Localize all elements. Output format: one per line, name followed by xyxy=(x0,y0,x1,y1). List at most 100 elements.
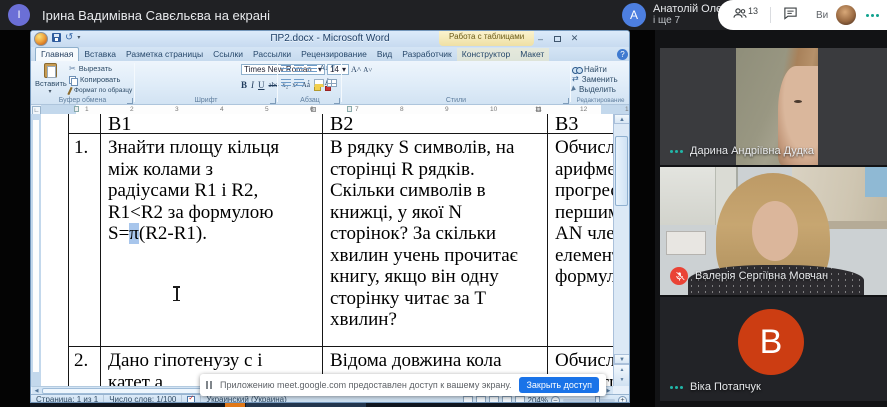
minimize-button[interactable]: – xyxy=(532,32,549,45)
scroll-down-arrow[interactable]: ▼ xyxy=(614,354,630,364)
dialog-launcher[interactable] xyxy=(563,98,569,104)
cursor-arrow-icon xyxy=(571,85,577,92)
bullets-button[interactable] xyxy=(281,65,291,73)
table-cell: В1 xyxy=(101,114,323,133)
styles-group: AaBbCc1 Без интер..AaBbCcIЗаголовок 7AaB… xyxy=(342,61,570,105)
word-count[interactable]: Число слов: 1/100 xyxy=(104,395,182,403)
show-marks-button[interactable]: ¶ xyxy=(331,65,335,73)
meet-controls: 13 Ви xyxy=(718,0,887,30)
outline-view-button[interactable] xyxy=(502,396,512,403)
stop-sharing-button[interactable]: Закрыть доступ xyxy=(519,377,599,393)
italic-button[interactable]: I xyxy=(251,80,254,91)
page-indicator[interactable]: Страница: 1 из 1 xyxy=(31,395,104,403)
vertical-scrollbar[interactable]: ▲ ▼ ▲▼ xyxy=(613,114,629,386)
cut-button[interactable]: ✂Вырезать xyxy=(69,63,131,74)
draft-view-button[interactable] xyxy=(515,396,525,403)
word-title-bar: ↺ ▾ ПР2.docx - Microsoft Word Работа с т… xyxy=(31,31,629,47)
table-cell: ОбчислиарифметпрогресіїпершимAN членелем… xyxy=(548,134,613,346)
help-button[interactable]: ? xyxy=(617,49,628,60)
scrollbar-thumb[interactable] xyxy=(615,136,628,206)
editing-group: Найти ⇄Заменить Выделить Редактирование xyxy=(572,61,629,105)
tab-5[interactable]: Рассылки xyxy=(248,48,296,61)
format-painter-button[interactable]: Формат по образцу xyxy=(69,85,131,96)
paste-button[interactable]: Вставить ▾ xyxy=(35,63,65,95)
dialog-launcher[interactable] xyxy=(334,98,340,104)
tab-8[interactable]: Разработчик xyxy=(397,48,457,61)
tab-2[interactable]: Вставка xyxy=(79,48,121,61)
language-indicator[interactable]: Украинский (Украина) xyxy=(201,395,291,403)
more-options-button[interactable] xyxy=(866,14,879,17)
participants-panel: Дарина Андріївна Дудка Валерія Сергіївна… xyxy=(655,30,887,407)
dialog-launcher[interactable] xyxy=(270,98,276,104)
people-icon xyxy=(732,6,748,25)
brush-icon xyxy=(67,86,72,94)
shading-button[interactable] xyxy=(314,79,324,87)
font-group: Times New Roman▾ 14▾ A˄ A˅ B I U abc x₂ … xyxy=(135,61,277,105)
vertical-ruler[interactable] xyxy=(31,114,41,387)
paragraph-group: А↓ ¶ ↕ Абзац xyxy=(279,61,341,105)
participant-tile[interactable]: Дарина Андріївна Дудка xyxy=(660,48,887,165)
web-view-button[interactable] xyxy=(489,396,499,403)
dialog-launcher[interactable] xyxy=(127,98,133,104)
sort-button[interactable]: А↓ xyxy=(320,65,328,73)
participant-tile[interactable]: Валерія Сергіївна Мовчан xyxy=(660,167,887,295)
tab-1[interactable]: Главная xyxy=(35,47,79,61)
decrease-indent-button[interactable] xyxy=(307,65,317,73)
ruler-number: 4 xyxy=(220,106,224,113)
zoom-level[interactable]: 204% xyxy=(528,396,548,404)
ruler-number: 1 xyxy=(85,106,89,113)
paste-icon xyxy=(44,63,57,78)
horizontal-ruler[interactable]: 12345678910111213 xyxy=(41,105,629,114)
share-banner-message: Приложению meet.google.com предоставлен … xyxy=(220,380,511,390)
ruler-number: 10 xyxy=(490,106,497,113)
presenter-chip: І Ірина Вадимівна Савєльєва на екрані xyxy=(8,4,270,26)
print-layout-view-button[interactable] xyxy=(463,396,473,403)
spellcheck-button[interactable] xyxy=(182,396,201,403)
chat-button[interactable] xyxy=(783,6,798,25)
zoom-in-button[interactable]: + xyxy=(618,396,627,404)
scroll-up-arrow[interactable]: ▲ xyxy=(614,114,630,124)
close-button[interactable]: ✕ xyxy=(566,32,583,45)
bold-button[interactable]: B xyxy=(241,80,247,91)
zoom-slider[interactable] xyxy=(563,399,615,402)
zoom-slider-thumb[interactable] xyxy=(595,396,600,404)
fullscreen-view-button[interactable] xyxy=(476,396,486,403)
participants-button[interactable]: 13 xyxy=(732,6,758,25)
tab-4[interactable]: Ссылки xyxy=(208,48,248,61)
select-button[interactable]: Выделить xyxy=(572,84,629,94)
participant-tile[interactable]: В Віка Потапчук xyxy=(660,297,887,401)
zoom-out-button[interactable]: – xyxy=(551,396,560,404)
presenter-avatar: І xyxy=(8,4,30,26)
align-center-button[interactable] xyxy=(294,79,304,87)
indent-marker[interactable] xyxy=(74,106,79,112)
maximize-icon xyxy=(554,36,561,42)
tab-10[interactable]: Макет xyxy=(515,48,549,61)
self-avatar[interactable] xyxy=(836,5,856,25)
tab-3[interactable]: Разметка страницы xyxy=(121,48,208,61)
numbering-button[interactable] xyxy=(294,65,304,73)
participant-count: 13 xyxy=(748,6,758,16)
mic-muted-icon xyxy=(670,267,688,285)
participant-name: Віка Потапчук xyxy=(690,381,761,393)
ribbon-tabs: ГлавнаяВставкаРазметка страницыСсылкиРас… xyxy=(31,47,629,61)
tab-7[interactable]: Вид xyxy=(372,48,397,61)
copy-button[interactable]: Копировать xyxy=(69,74,131,85)
tile-options-button[interactable] xyxy=(670,150,683,153)
taskbar-sliver xyxy=(30,403,630,407)
participant-avatar: В xyxy=(738,309,804,375)
align-left-button[interactable] xyxy=(281,79,291,87)
maximize-button[interactable] xyxy=(549,32,566,45)
tab-6[interactable]: Рецензирование xyxy=(296,48,372,61)
borders-button[interactable] xyxy=(327,79,337,87)
line-spacing-button[interactable]: ↕ xyxy=(307,79,311,87)
underline-button[interactable]: U xyxy=(258,80,265,91)
tab-9[interactable]: Конструктор xyxy=(457,48,515,61)
find-button[interactable]: Найти xyxy=(572,64,629,74)
tile-options-button[interactable] xyxy=(670,386,683,389)
scissors-icon: ✂ xyxy=(69,65,76,73)
document-page[interactable]: В1В2В31.Знайти площу кільцяміж колами зр… xyxy=(41,114,613,386)
ruler-number: 7 xyxy=(355,106,359,113)
replace-button[interactable]: ⇄Заменить xyxy=(572,74,629,84)
browse-buttons[interactable]: ▲▼ xyxy=(614,364,630,386)
indent-marker[interactable] xyxy=(347,106,352,112)
